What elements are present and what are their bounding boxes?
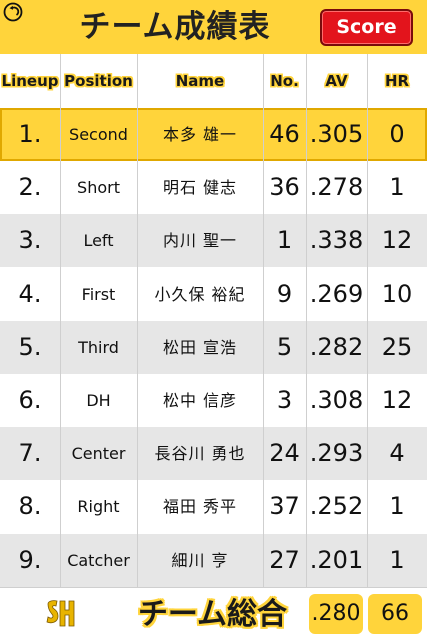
player-av: .305 [309, 120, 364, 148]
lineup-number: 6. [18, 386, 42, 414]
table-row[interactable]: 9. Catcher 細川 亨 27 .201 1 [0, 533, 427, 587]
player-hr: 12 [381, 226, 413, 255]
table-row[interactable]: 8. Right 福田 秀平 37 .252 1 [0, 480, 427, 534]
back-arrow-icon[interactable] [3, 2, 23, 22]
player-position: Third [78, 337, 119, 357]
column-header-number: No. [270, 72, 299, 90]
lineup-number: 4. [18, 279, 42, 308]
player-number: 3 [276, 386, 293, 414]
player-position: Center [71, 444, 126, 464]
player-number: 24 [269, 439, 300, 468]
player-number: 36 [269, 173, 300, 202]
column-divider [306, 54, 307, 587]
player-position: Left [83, 231, 114, 251]
team-total-bar: チーム総合 .280 66 [0, 587, 427, 641]
lineup-number: 3. [18, 226, 42, 255]
player-name: 小久保 裕紀 [154, 284, 246, 304]
column-header-position: Position [64, 72, 133, 90]
column-header-lineup: Lineup [1, 72, 59, 90]
table-row[interactable]: 2. Short 明石 健志 36 .278 1 [0, 161, 427, 215]
player-hr: 4 [389, 439, 405, 468]
page-title: チーム成績表 [79, 9, 271, 45]
player-name: 内川 聖一 [162, 231, 238, 251]
column-header-av: AV [325, 72, 348, 90]
player-av: .308 [309, 386, 364, 414]
player-av: .201 [309, 545, 364, 574]
column-header-name: Name [175, 72, 225, 90]
lineup-table: 1. Second 本多 雄一 46.305 0 2. Short 明石 健志 36.278 1 3… [0, 108, 427, 587]
team-total-label: チーム総合 [137, 597, 288, 632]
table-row[interactable]: 6. DH 松中 信彦 3 .308 12 [0, 374, 427, 427]
player-number: 27 [269, 545, 300, 574]
player-name: 松中 信彦 [162, 391, 238, 410]
player-name: 細川 亨 [171, 550, 229, 570]
column-divider [263, 54, 264, 587]
player-hr: 1 [389, 545, 405, 574]
player-number: 5 [276, 332, 293, 361]
player-number: 46 [269, 120, 300, 148]
column-divider [367, 54, 368, 587]
player-av: .338 [309, 226, 364, 255]
lineup-number: 9. [18, 545, 42, 574]
table-row[interactable]: 1. Second 本多 雄一 46 .305 0 [0, 108, 427, 161]
player-name: 福田 秀平 [162, 497, 238, 517]
player-number: 9 [276, 279, 293, 308]
column-divider [137, 54, 138, 587]
lineup-number: 1. [18, 120, 42, 148]
table-row[interactable]: 5. Third 松田 宣浩 5 .282 25 [0, 320, 427, 374]
player-name: 本多 雄一 [162, 125, 238, 144]
player-name: 明石 健志 [162, 178, 238, 198]
player-position: Short [77, 178, 120, 198]
player-hr: 10 [381, 279, 413, 308]
header-bar: チーム成績表 Score [0, 0, 427, 54]
player-position: Second [69, 125, 128, 144]
player-number: 1 [276, 226, 293, 255]
player-hr: 12 [381, 386, 413, 414]
player-position: First [81, 284, 116, 304]
player-av: .252 [309, 492, 364, 521]
player-position: DH [86, 391, 111, 410]
table-row[interactable]: 7. Center 長谷川 勇也 24 .293 4 [0, 427, 427, 481]
player-hr: 1 [389, 173, 405, 202]
team-total-hr: 66 [368, 594, 422, 634]
player-av: .293 [309, 439, 364, 468]
lineup-number: 7. [18, 439, 42, 468]
score-button[interactable]: Score [320, 9, 413, 46]
player-av: .282 [309, 332, 364, 361]
player-name: 松田 宣浩 [162, 337, 238, 357]
player-hr: 25 [381, 332, 413, 361]
table-row[interactable]: 4. First 小久保 裕紀 9 .269 10 [0, 267, 427, 321]
table-row[interactable]: 3. Left 内川 聖一 1 .338 12 [0, 214, 427, 268]
player-position: Right [77, 497, 120, 517]
player-av: .278 [309, 173, 364, 202]
lineup-number: 2. [18, 173, 42, 202]
player-name: 長谷川 勇也 [154, 444, 246, 464]
lineup-number: 8. [18, 492, 42, 521]
player-hr: 0 [389, 120, 405, 148]
player-hr: 1 [389, 492, 405, 521]
team-logo-icon [46, 600, 75, 627]
player-number: 37 [269, 492, 300, 521]
lineup-number: 5. [18, 332, 42, 361]
player-av: .269 [309, 279, 364, 308]
player-position: Catcher [67, 550, 130, 570]
column-divider [60, 54, 61, 587]
team-total-av: .280 [309, 594, 363, 634]
column-header-hr: HR [384, 72, 410, 90]
column-header-row: Lineup Position Name No. AV HR [0, 54, 427, 109]
